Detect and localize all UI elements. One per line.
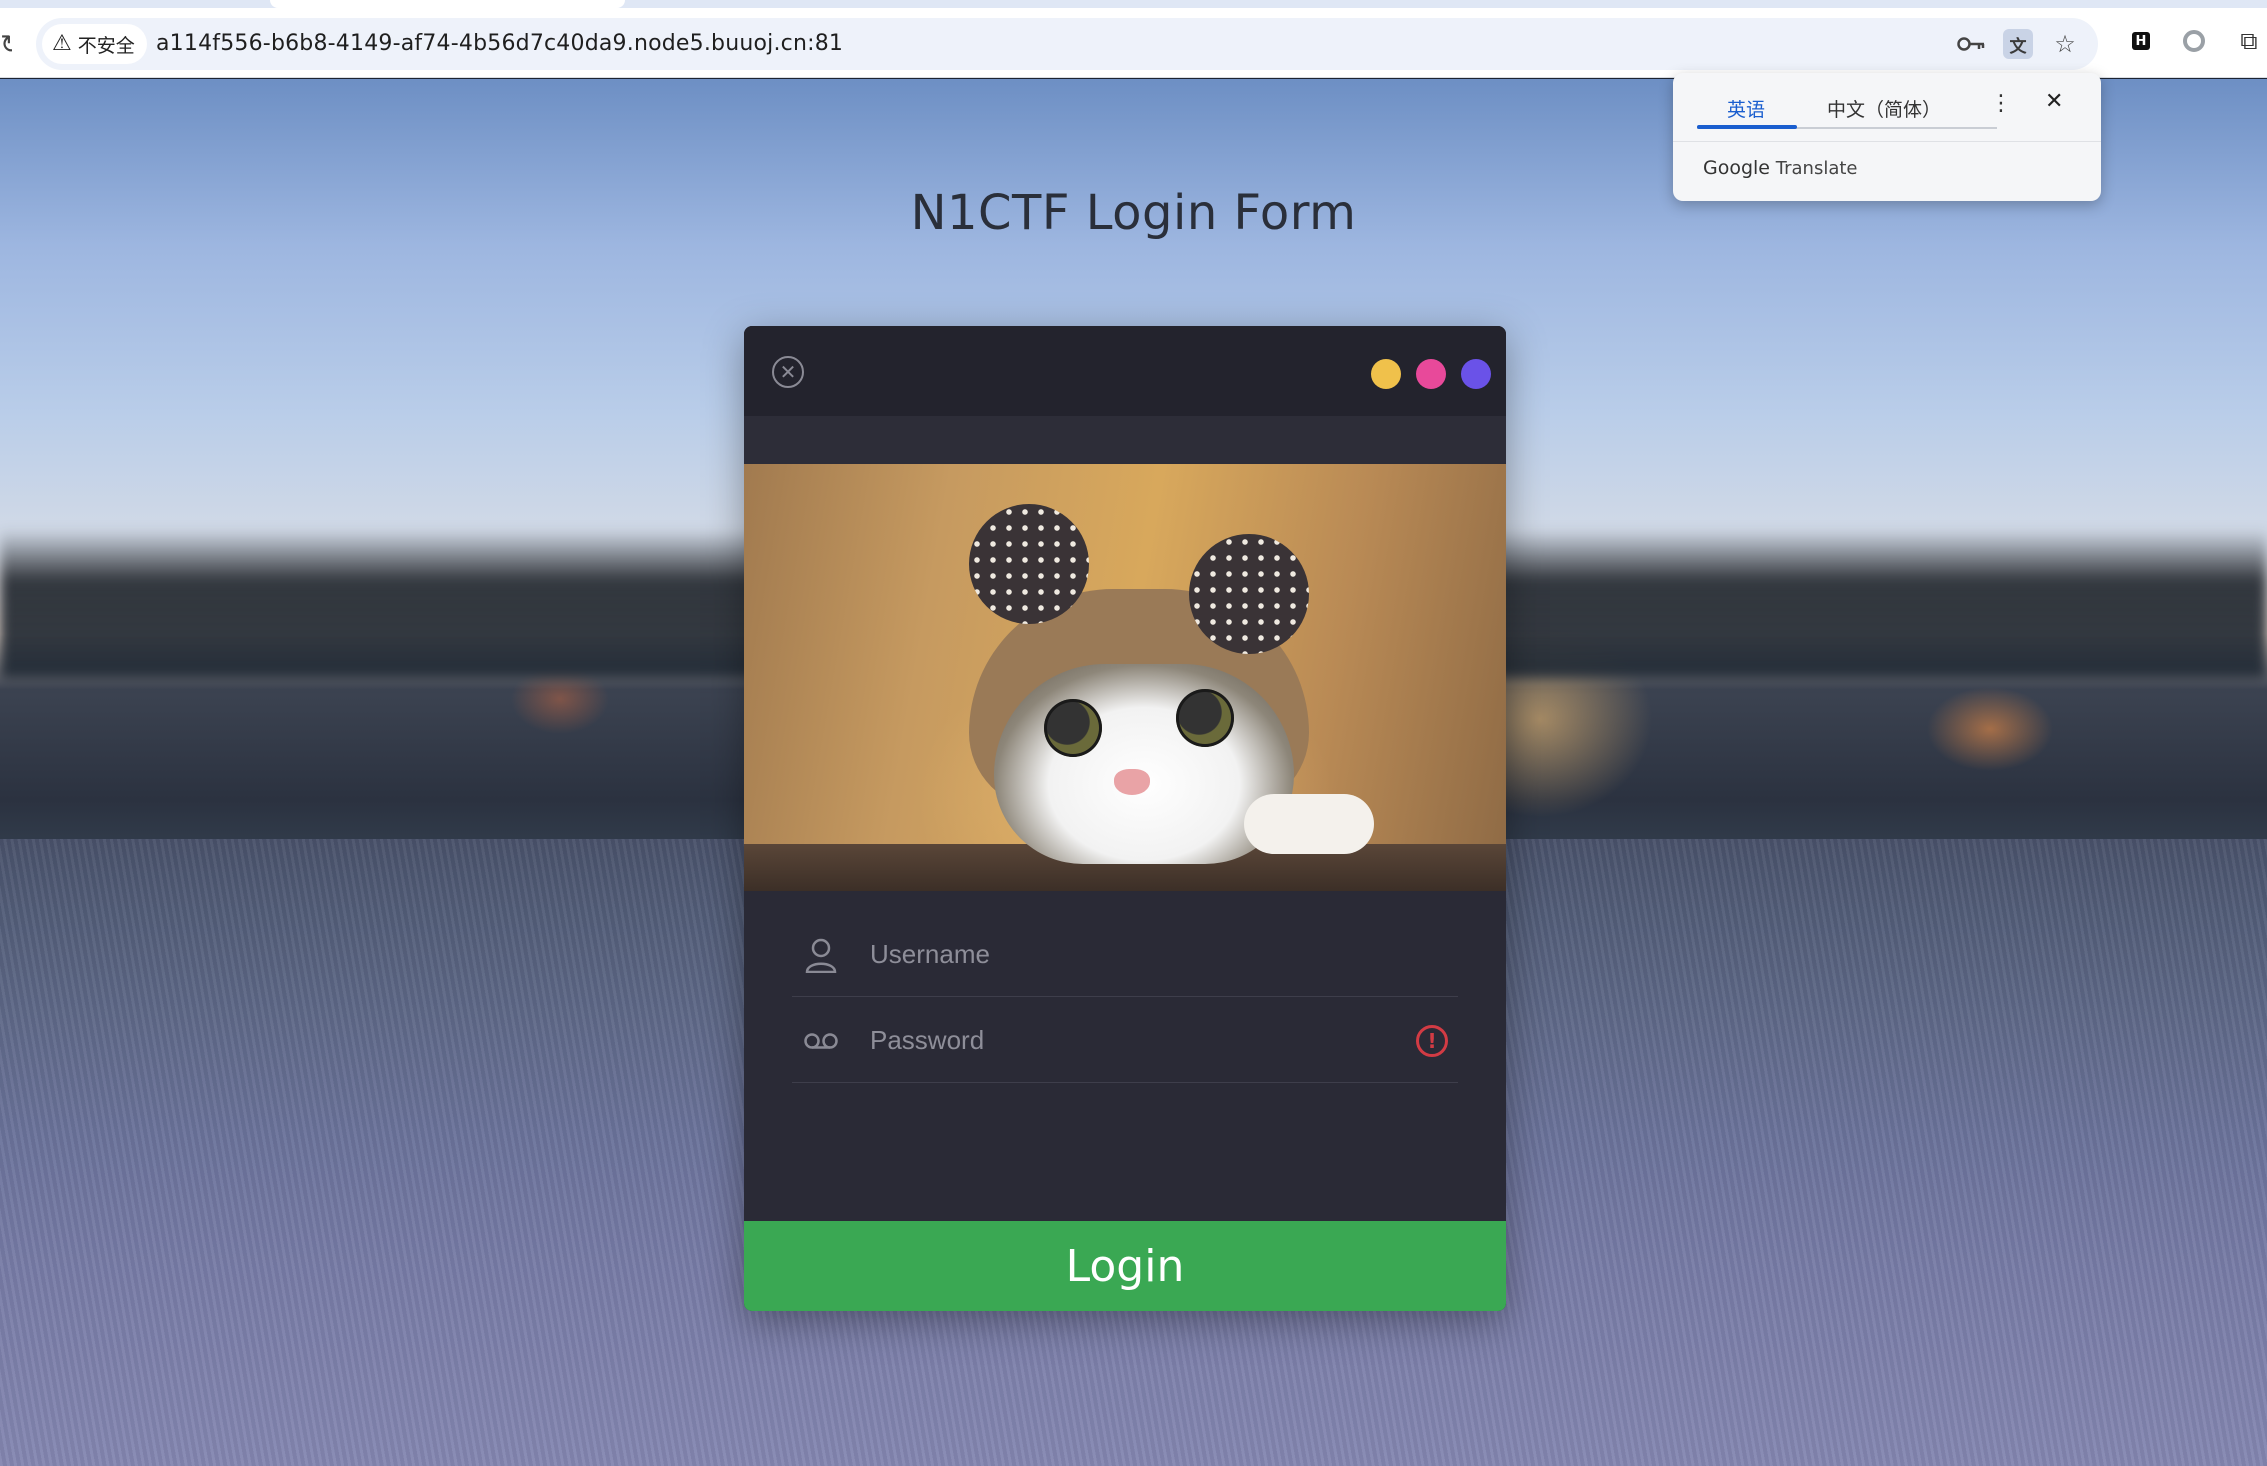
photo-paw [1244, 794, 1374, 854]
active-tab-underline [1697, 125, 1797, 129]
key-icon[interactable] [1956, 29, 1986, 59]
extensions-icon[interactable]: ⧉ [2234, 26, 2264, 56]
translate-tabs: 英语 中文（简体） [1697, 83, 1997, 129]
extension-h-icon[interactable]: H [2126, 26, 2156, 56]
cat-photo [744, 464, 1506, 891]
warning-icon: ⚠ [52, 31, 72, 56]
address-bar[interactable]: ⚠ 不安全 a114f556-b6b8-4149-af74-4b56d7c40d… [36, 18, 2098, 70]
translate-icon[interactable]: 文 [2003, 29, 2033, 59]
divider [1673, 141, 2101, 142]
browser-toolbar: ↻ ⚠ 不安全 a114f556-b6b8-4149-af74-4b56d7c4… [0, 8, 2267, 78]
close-icon[interactable]: ✕ [772, 356, 804, 388]
more-options-icon[interactable]: ⋮ [1990, 91, 2012, 116]
security-label: 不安全 [77, 34, 135, 57]
photo-ear-left [969, 504, 1089, 624]
photo-eye-right [1176, 689, 1234, 747]
extension-circle-icon[interactable] [2179, 26, 2209, 56]
close-icon[interactable]: ✕ [2045, 89, 2063, 114]
dot-yellow [1371, 359, 1401, 389]
star-icon[interactable]: ☆ [2050, 29, 2080, 59]
error-icon: ! [1416, 1025, 1448, 1057]
reload-icon[interactable]: ↻ [0, 30, 12, 60]
tab-strip [0, 0, 2267, 8]
card-header: ✕ [744, 326, 1506, 416]
login-card: ✕ ! Login [744, 326, 1506, 1311]
url-text[interactable]: a114f556-b6b8-4149-af74-4b56d7c40da9.nod… [156, 31, 843, 56]
security-chip[interactable]: ⚠ 不安全 [42, 24, 147, 64]
photo-eye-left [1044, 699, 1102, 757]
tab-source-language[interactable]: 英语 [1727, 95, 1765, 122]
username-input[interactable] [870, 931, 1390, 977]
brand-translate: Translate [1775, 158, 1858, 179]
user-icon [802, 936, 840, 974]
translate-popup: 英语 中文（简体） ⋮ ✕ Google Translate [1673, 73, 2101, 201]
dot-purple [1461, 359, 1491, 389]
login-form: ! [744, 891, 1506, 1221]
photo-ear-right [1189, 534, 1309, 654]
photo-nose [1114, 769, 1150, 795]
username-field [792, 911, 1458, 997]
tab-target-language[interactable]: 中文（简体） [1827, 95, 1941, 122]
key-ring-icon [802, 1022, 840, 1060]
active-tab[interactable] [270, 0, 625, 8]
password-input[interactable] [870, 1017, 1390, 1063]
login-button[interactable]: Login [744, 1221, 1506, 1311]
google-translate-brand: Google Translate [1703, 157, 1857, 179]
password-field: ! [792, 997, 1458, 1083]
header-strip [744, 416, 1506, 464]
brand-google: Google [1703, 157, 1771, 179]
dot-pink [1416, 359, 1446, 389]
